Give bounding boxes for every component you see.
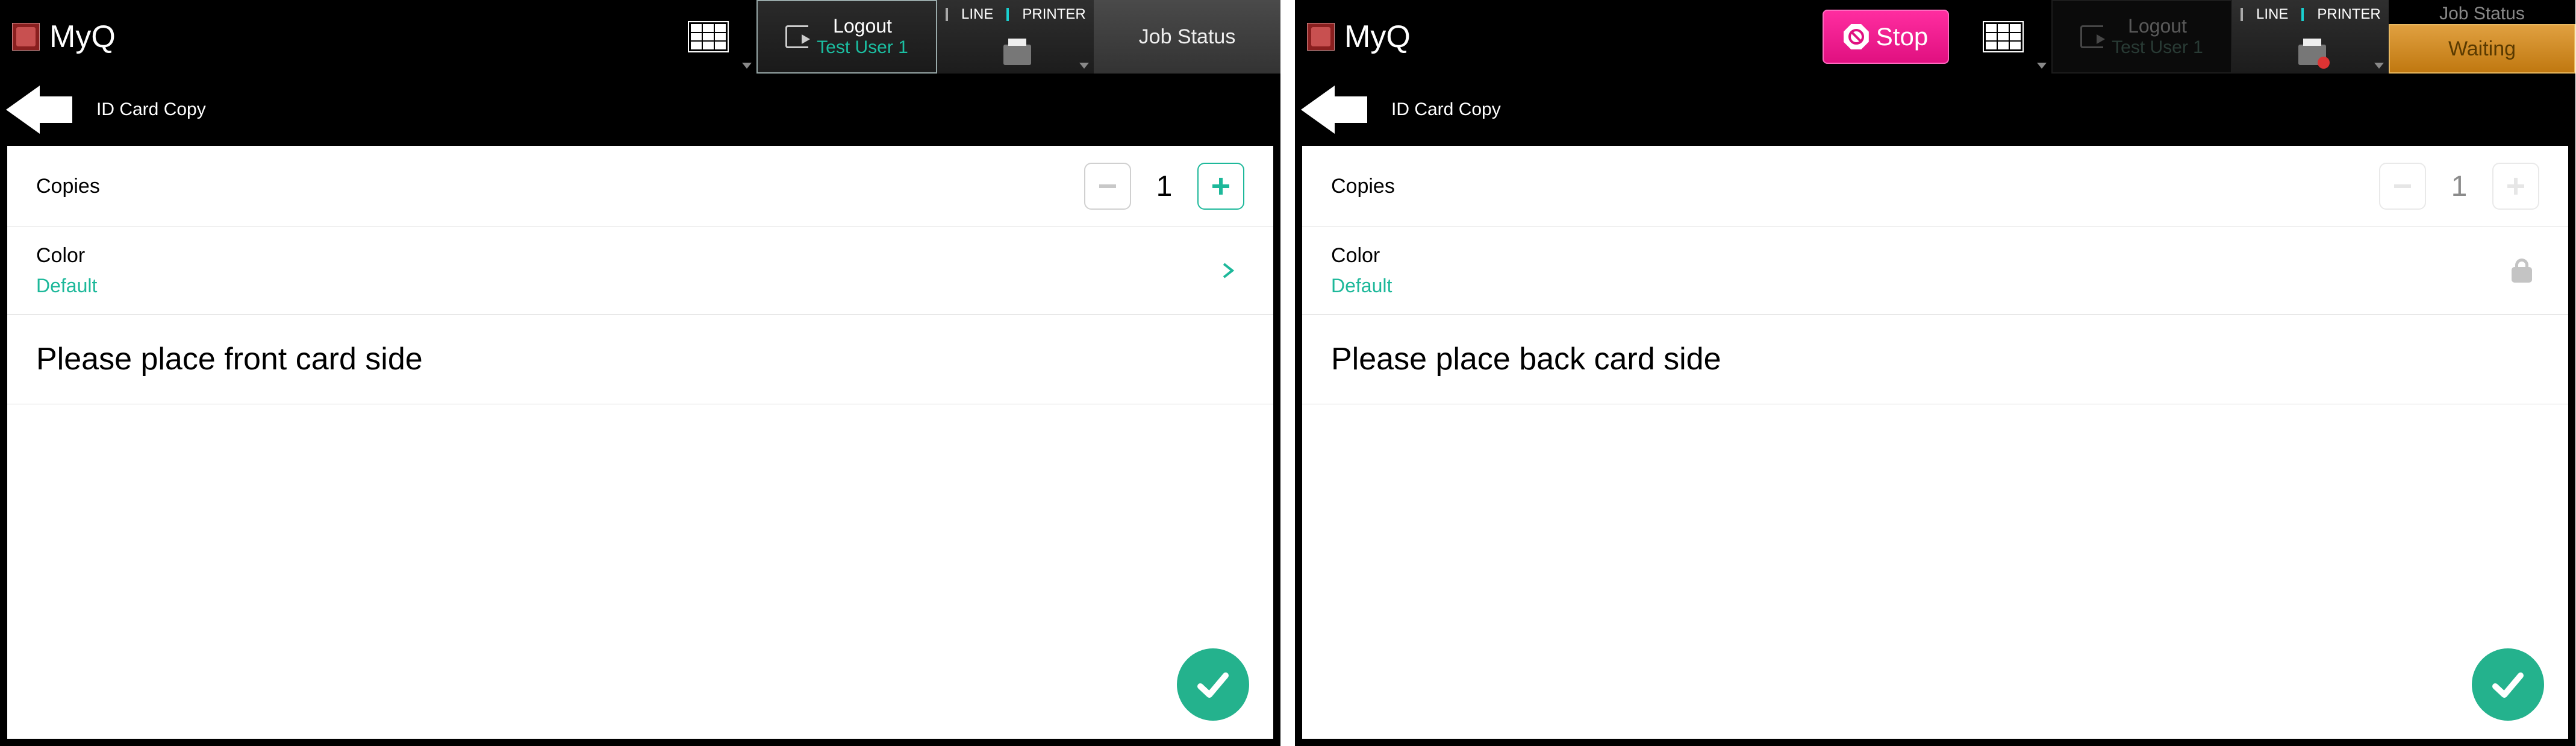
confirm-button[interactable] — [2472, 648, 2544, 721]
copies-row: Copies 1 — [7, 146, 1273, 227]
screen-back: MyQ Stop Logout Test User 1 LINE — [1295, 0, 2575, 746]
screen-front: MyQ Logout Test User 1 LINE PRINTER — [0, 0, 1280, 746]
copies-label: Copies — [36, 175, 100, 198]
check-icon — [2488, 665, 2528, 704]
app-logo-icon — [1307, 23, 1335, 51]
job-status-button[interactable]: Job Status Waiting — [2389, 0, 2575, 74]
printer-indicator-label: PRINTER — [2317, 6, 2380, 23]
breadcrumb-label: ID Card Copy — [1391, 99, 1501, 120]
logout-button: Logout Test User 1 — [2051, 0, 2232, 74]
job-status-label: Job Status — [1139, 25, 1236, 49]
color-label: Color — [1331, 244, 1380, 268]
instruction-message: Please place back card side — [1331, 341, 1721, 377]
instruction-message: Please place front card side — [36, 341, 423, 377]
app-segment: MyQ — [0, 0, 241, 74]
decrement-button — [2379, 163, 2426, 210]
back-arrow-icon[interactable] — [6, 86, 78, 134]
job-status-label: Job Status — [2439, 0, 2525, 24]
breadcrumb-bar: ID Card Copy — [1295, 74, 2575, 146]
minus-icon — [2390, 174, 2415, 198]
printer-indicator-icon — [2301, 8, 2304, 21]
app-title: MyQ — [1344, 19, 1411, 55]
breadcrumb-bar: ID Card Copy — [0, 74, 1280, 146]
printer-mini-icon — [1003, 45, 1031, 65]
indicator-panel[interactable]: LINE PRINTER — [2232, 0, 2389, 74]
check-icon — [1193, 665, 1233, 704]
copies-value: 1 — [2444, 170, 2474, 203]
stop-button[interactable]: Stop — [1823, 10, 1949, 64]
increment-button — [2492, 163, 2539, 210]
line-indicator-label: LINE — [2256, 6, 2288, 23]
app-title: MyQ — [49, 19, 116, 55]
logout-label: Logout — [2112, 15, 2203, 37]
minus-icon — [1096, 174, 1120, 198]
breadcrumb-label: ID Card Copy — [96, 99, 206, 120]
logout-user: Test User 1 — [817, 37, 908, 58]
stop-label: Stop — [1876, 22, 1928, 51]
topbar: MyQ Logout Test User 1 LINE PRINTER — [0, 0, 1280, 74]
line-indicator-icon — [946, 8, 948, 21]
stop-segment: Stop — [1817, 0, 1955, 74]
job-waiting-bar: Waiting — [2389, 24, 2575, 74]
back-arrow-icon[interactable] — [1301, 86, 1373, 134]
dropdown-caret-icon — [2037, 63, 2047, 69]
message-row: Please place back card side — [1302, 315, 2568, 404]
indicator-panel[interactable]: LINE PRINTER — [937, 0, 1094, 74]
logout-button[interactable]: Logout Test User 1 — [756, 0, 937, 74]
logout-user: Test User 1 — [2112, 37, 2203, 58]
content-area: Copies 1 Color Default Please place — [1302, 146, 2568, 739]
app-segment: MyQ — [1295, 0, 1476, 74]
dropdown-caret-icon — [1079, 63, 1089, 69]
keypad-button[interactable] — [660, 0, 756, 74]
topbar: MyQ Stop Logout Test User 1 LINE — [1295, 0, 2575, 74]
keypad-button[interactable] — [1955, 0, 2051, 74]
color-value: Default — [36, 275, 97, 297]
dropdown-caret-icon — [2374, 63, 2384, 69]
color-label: Color — [36, 244, 85, 268]
confirm-button[interactable] — [1177, 648, 1249, 721]
copies-stepper: 1 — [1084, 163, 1244, 210]
increment-button[interactable] — [1197, 163, 1244, 210]
copies-row: Copies 1 — [1302, 146, 2568, 227]
job-waiting-label: Waiting — [2448, 37, 2516, 61]
job-status-button[interactable]: Job Status — [1094, 0, 1280, 74]
printer-mini-icon — [2298, 45, 2326, 65]
logout-label: Logout — [817, 15, 908, 37]
decrement-button[interactable] — [1084, 163, 1131, 210]
stop-icon — [1844, 24, 1869, 49]
printer-indicator-icon — [1006, 8, 1009, 21]
line-indicator-label: LINE — [961, 6, 993, 23]
color-row: Color Default — [1302, 227, 2568, 315]
message-row: Please place front card side — [7, 315, 1273, 404]
copies-stepper: 1 — [2379, 163, 2539, 210]
color-value: Default — [1331, 275, 1392, 297]
content-area: Copies 1 Color Default Please place — [7, 146, 1273, 739]
printer-indicator-label: PRINTER — [1022, 6, 1085, 23]
logout-icon — [785, 25, 808, 48]
copies-value: 1 — [1149, 170, 1179, 203]
keypad-icon — [688, 21, 729, 52]
color-row[interactable]: Color Default — [7, 227, 1273, 315]
chevron-right-icon — [1219, 262, 1237, 280]
app-logo-icon — [12, 23, 40, 51]
lock-icon — [2512, 259, 2532, 283]
dropdown-caret-icon — [742, 63, 752, 69]
line-indicator-icon — [2241, 8, 2243, 21]
logout-icon — [2080, 25, 2103, 48]
plus-icon — [2504, 174, 2528, 198]
copies-label: Copies — [1331, 175, 1395, 198]
keypad-icon — [1983, 21, 2024, 52]
plus-icon — [1209, 174, 1233, 198]
